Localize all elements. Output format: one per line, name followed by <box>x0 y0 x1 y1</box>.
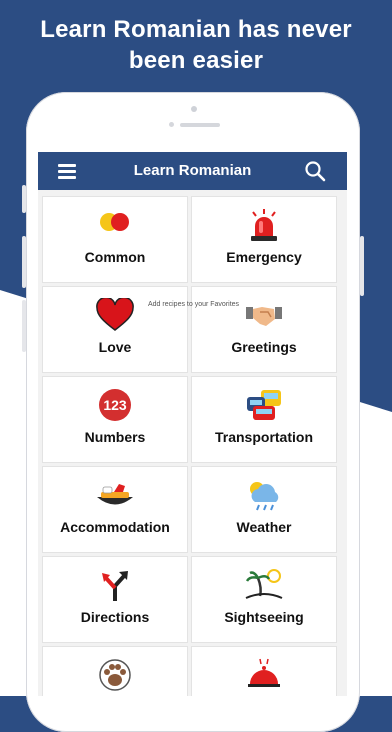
headline-line-1: Learn Romanian has never <box>40 16 352 43</box>
category-tile-sightseeing[interactable]: Sightseeing <box>191 556 337 643</box>
siren-icon <box>251 209 277 241</box>
category-label: Directions <box>80 609 150 625</box>
category-grid: Common Emergency Love Greetings 123 Numb… <box>42 196 343 696</box>
handshake-icon <box>246 307 282 326</box>
favorites-toast: Add recipes to your Favorites <box>148 301 240 308</box>
island-icon <box>245 569 283 599</box>
phone-volume-down-button <box>22 300 26 352</box>
category-tile-weather[interactable]: Weather <box>191 466 337 553</box>
directions-arrows-icon <box>102 571 128 601</box>
category-label: Sightseeing <box>224 609 304 625</box>
category-label: Transportation <box>214 429 313 445</box>
bed-icon <box>97 484 133 505</box>
heart-icon <box>96 298 134 331</box>
phone-power-button <box>360 236 364 296</box>
category-tile-greetings[interactable]: Greetings <box>191 286 337 373</box>
food-cloche-icon <box>248 658 280 687</box>
category-label: Greetings <box>231 339 297 355</box>
paw-icon <box>99 659 131 691</box>
category-tile-love[interactable]: Love <box>42 286 188 373</box>
category-tile-animals[interactable] <box>42 646 188 696</box>
category-label: Common <box>84 249 146 265</box>
category-label: Weather <box>236 519 292 535</box>
phone-side-button <box>22 185 26 213</box>
headline-line-2: been easier <box>128 47 264 74</box>
category-tile-accommodation[interactable]: Accommodation <box>42 466 188 553</box>
phone-sensor <box>191 106 197 112</box>
phone-camera <box>169 122 174 127</box>
category-label: Accommodation <box>60 519 170 535</box>
cloud-sun-rain-icon <box>250 482 279 511</box>
numbers-123-icon: 123 <box>99 389 131 421</box>
category-tile-food[interactable] <box>191 646 337 696</box>
traffic-cars-icon <box>247 390 281 420</box>
svg-text:123: 123 <box>103 397 127 413</box>
category-tile-emergency[interactable]: Emergency <box>191 196 337 283</box>
phone-speaker <box>180 123 220 127</box>
category-tile-transportation[interactable]: Transportation <box>191 376 337 463</box>
category-tile-common[interactable]: Common <box>42 196 188 283</box>
category-label: Emergency <box>226 249 302 265</box>
app-title: Learn Romanian <box>133 162 252 179</box>
category-tile-directions[interactable]: Directions <box>42 556 188 643</box>
category-label: Numbers <box>84 429 146 445</box>
category-label: Love <box>98 339 132 355</box>
phone-volume-up-button <box>22 236 26 288</box>
promo-headline: Learn Romanian has never been easier <box>0 14 392 76</box>
app-bar: Learn Romanian <box>38 152 347 190</box>
search-icon[interactable] <box>304 160 326 182</box>
category-tile-numbers[interactable]: 123 Numbers <box>42 376 188 463</box>
common-dots-icon <box>100 213 129 231</box>
app-screen: Learn Romanian Common Emergency Love Gre… <box>38 152 347 696</box>
